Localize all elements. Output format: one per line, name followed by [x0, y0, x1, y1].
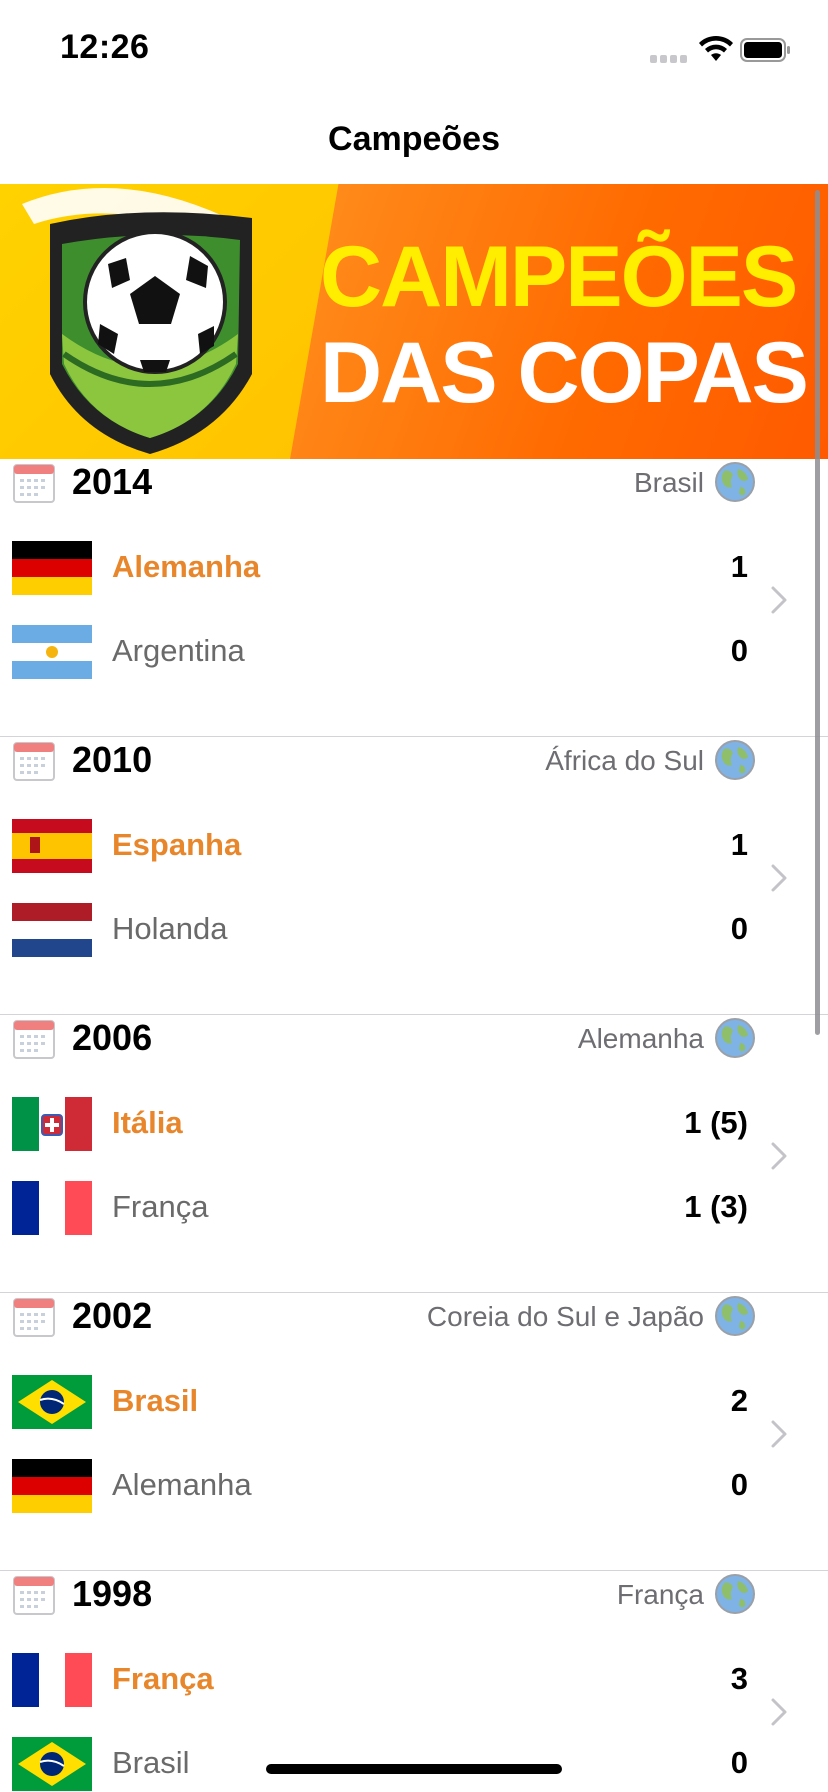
winner-row: Alemanha 1	[0, 537, 760, 597]
cup-host: África do Sul	[545, 745, 704, 776]
runner-up-row: Brasil 0	[0, 1733, 760, 1792]
runner-up-team-name: França	[112, 1189, 209, 1224]
cup-year: 2010	[72, 739, 153, 780]
runner-up-row: Holanda 0	[0, 899, 760, 959]
germany-flag	[12, 1459, 92, 1513]
cup-card-1998[interactable]: 1998 França França 3 Brasil 0	[0, 1570, 828, 1792]
runner-up-score: 0	[730, 633, 748, 668]
cup-card-2014[interactable]: 2014 Brasil Alemanha 1 Argentina 0	[0, 459, 828, 736]
cup-year: 2014	[72, 461, 153, 502]
runner-up-score: 0	[730, 1745, 748, 1780]
runner-up-row: Argentina 0	[0, 621, 760, 681]
winner-score: 1 (5)	[684, 1105, 748, 1140]
runner-up-team-name: Argentina	[112, 633, 245, 668]
runner-up-score: 1 (3)	[684, 1189, 748, 1224]
runner-up-row: Alemanha 0	[0, 1455, 760, 1515]
chevron-right-icon	[771, 1142, 787, 1170]
wifi-icon	[699, 35, 733, 61]
winner-team-name: Alemanha	[112, 549, 261, 584]
status-time: 12:26	[60, 28, 150, 66]
runner-up-team-name: Holanda	[112, 911, 228, 946]
banner-title-line2: DAS COPAS	[320, 325, 809, 421]
calendar-icon	[13, 1020, 55, 1059]
calendar-icon	[13, 742, 55, 781]
calendar-icon	[13, 1298, 55, 1337]
cup-year: 1998	[72, 1573, 153, 1614]
cellular-signal-icon	[650, 50, 692, 63]
globe-icon	[715, 462, 755, 502]
home-indicator[interactable]	[266, 1764, 562, 1774]
winner-row: Espanha 1	[0, 815, 760, 875]
cup-year: 2006	[72, 1017, 153, 1058]
germany-flag	[12, 541, 92, 595]
globe-icon	[715, 740, 755, 780]
runner-up-row: França 1 (3)	[0, 1177, 760, 1237]
winner-score: 1	[730, 827, 748, 862]
winner-team-name: Brasil	[112, 1383, 199, 1418]
winner-score: 2	[730, 1383, 748, 1418]
globe-icon	[715, 1574, 755, 1614]
winner-row: Brasil 2	[0, 1371, 760, 1431]
winner-team-name: Itália	[112, 1105, 183, 1140]
italy-flag	[12, 1097, 92, 1151]
netherlands-flag	[12, 903, 92, 957]
navigation-bar: Campeões	[0, 96, 828, 184]
scroll-indicator[interactable]	[815, 190, 820, 1035]
winner-score: 1	[730, 549, 748, 584]
spain-flag	[12, 819, 92, 873]
cup-card-2002[interactable]: 2002 Coreia do Sul e Japão Brasil 2 Alem…	[0, 1292, 828, 1570]
argentina-flag	[12, 625, 92, 679]
champions-list: 2014 Brasil Alemanha 1 Argentina 0 2010 …	[0, 459, 828, 1792]
calendar-icon	[13, 1576, 55, 1615]
banner-title-line1: CAMPEÕES	[320, 229, 798, 325]
chevron-right-icon	[771, 1698, 787, 1726]
cup-host: França	[616, 1579, 704, 1610]
cup-host: Alemanha	[577, 1023, 704, 1054]
cup-host: Coreia do Sul e Japão	[426, 1301, 704, 1332]
winner-row: Itália 1 (5)	[0, 1093, 760, 1153]
chevron-right-icon	[771, 586, 787, 614]
banner: CAMPEÕES DAS COPAS	[0, 184, 828, 459]
cup-card-2006[interactable]: 2006 Alemanha Itália 1 (5) França 1 (3)	[0, 1014, 828, 1292]
status-bar: 12:26	[0, 0, 828, 96]
battery-icon	[740, 38, 790, 62]
winner-score: 3	[730, 1661, 748, 1696]
cup-host: Brasil	[633, 467, 704, 498]
winner-team-name: Espanha	[112, 827, 242, 862]
chevron-right-icon	[771, 864, 787, 892]
calendar-icon	[13, 464, 55, 503]
soccer-shield-logo	[22, 188, 252, 454]
cup-year: 2002	[72, 1295, 153, 1336]
page-title: Campeões	[328, 120, 500, 158]
runner-up-team-name: Alemanha	[112, 1467, 252, 1502]
screen: 12:26 Campeões CAMPEÕES DAS COPAS 2014 B…	[0, 0, 828, 1792]
france-flag	[12, 1653, 92, 1707]
runner-up-score: 0	[730, 911, 748, 946]
winner-row: França 3	[0, 1649, 760, 1709]
cup-card-2010[interactable]: 2010 África do Sul Espanha 1 Holanda 0	[0, 736, 828, 1014]
chevron-right-icon	[771, 1420, 787, 1448]
winner-team-name: França	[112, 1661, 214, 1696]
brazil-flag	[12, 1737, 92, 1791]
globe-icon	[715, 1018, 755, 1058]
globe-icon	[715, 1296, 755, 1336]
runner-up-score: 0	[730, 1467, 748, 1502]
brazil-flag	[12, 1375, 92, 1429]
france-flag	[12, 1181, 92, 1235]
runner-up-team-name: Brasil	[112, 1745, 190, 1780]
